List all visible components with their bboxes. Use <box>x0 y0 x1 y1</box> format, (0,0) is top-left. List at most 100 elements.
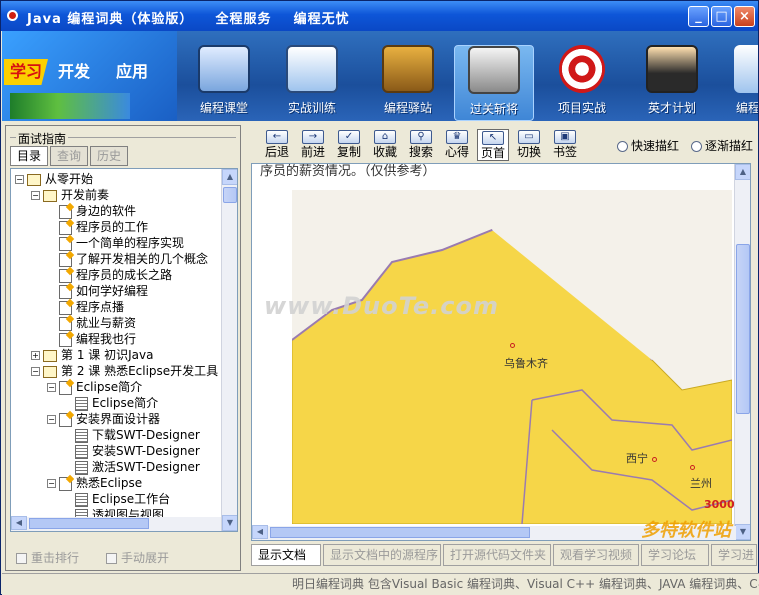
tree-node[interactable]: 就业与薪资 <box>47 315 136 331</box>
toolbar-button[interactable]: ▣ 书签 <box>549 129 581 161</box>
tree-node[interactable]: 了解开发相关的几个概念 <box>47 251 208 267</box>
maximize-button[interactable]: □ <box>711 6 732 27</box>
tree-node[interactable]: − 从零开始 <box>15 171 93 187</box>
tree-node[interactable]: 程序点播 <box>47 299 124 315</box>
toolbar-button[interactable]: ✓ 复制 <box>333 129 365 161</box>
note-icon <box>59 380 72 395</box>
tree-node[interactable]: Eclipse简介 <box>63 395 158 411</box>
collapse-icon[interactable]: − <box>31 367 40 376</box>
tab-application[interactable]: 应用 <box>106 59 158 85</box>
collapse-icon[interactable]: − <box>47 383 56 392</box>
contents-tree[interactable]: − 从零开始 − 开发前奏 身边的软件 程序员的工作 一个简单的程序实现 了解开发相关的几个概… <box>10 168 238 532</box>
banner-button-class[interactable]: 编程课堂 <box>184 45 264 121</box>
scroll-left-arrow-icon[interactable]: ◀ <box>11 516 27 530</box>
map-city: 兰州 <box>690 460 712 491</box>
tree-node[interactable]: 下载SWT-Designer <box>63 427 200 443</box>
banner-button-practice[interactable]: 实战训练 <box>272 45 352 121</box>
radio-gradual-trace[interactable]: 逐渐描红 <box>691 137 753 154</box>
document-tab[interactable]: 打开源代码文件夹 <box>443 544 551 566</box>
document-tab[interactable]: 学习进 <box>711 544 757 566</box>
collapse-icon[interactable]: − <box>15 175 24 184</box>
tree-hscrollbar[interactable]: ◀ <box>11 516 221 531</box>
tree-node-label: 了解开发相关的几个概念 <box>76 252 209 266</box>
banner-button-project[interactable]: 项目实战 <box>542 45 622 121</box>
tree-node[interactable]: 程序员的成长之路 <box>47 267 172 283</box>
tree-node[interactable]: − 第 2 课 熟悉Eclipse开发工具 <box>31 363 218 379</box>
hscrollbar-thumb[interactable] <box>270 527 530 538</box>
scrollbar-thumb[interactable] <box>736 244 750 414</box>
scroll-left-arrow-icon[interactable]: ◀ <box>252 525 268 539</box>
minimize-button[interactable]: _ <box>688 6 709 27</box>
title-bar: Java 编程词典（体验版） 全程服务 编程无忧 _ □ × <box>1 1 758 31</box>
document-scrollbar[interactable]: ▲ ▼ <box>734 164 750 540</box>
banner-button-challenge[interactable]: 过关斩将 <box>454 45 534 121</box>
tree-node[interactable]: − 开发前奏 <box>31 187 109 203</box>
option-expand-checkbox[interactable]: 手动展开 <box>106 549 169 566</box>
radio-icon <box>691 141 702 152</box>
toolbar-button[interactable]: ♛ 心得 <box>441 129 473 161</box>
tree-node[interactable]: 一个简单的程序实现 <box>47 235 184 251</box>
toolbar-button-label: 收藏 <box>372 145 397 159</box>
tree-node[interactable]: + 第 1 课 初识Java <box>31 347 153 363</box>
gears-icon <box>10 93 130 119</box>
tree-node[interactable]: 如何学好编程 <box>47 283 148 299</box>
banner-button-more[interactable]: 编程 <box>718 45 758 121</box>
toolbar-button-label: 复制 <box>336 145 361 159</box>
banner-button-talent[interactable]: 英才计划 <box>632 45 712 121</box>
scroll-down-arrow-icon[interactable]: ▼ <box>222 515 237 531</box>
document-view[interactable]: 序员的薪资情况。（仅供参考） 乌鲁木齐 西宁 兰州 3000 www.DuoTe… <box>251 163 751 541</box>
city-dot-icon <box>690 464 695 470</box>
tree-node[interactable]: 编程我也行 <box>47 331 136 347</box>
tree-scrollbar[interactable]: ▲ ▼ <box>221 169 237 531</box>
banner-button-station[interactable]: 编程驿站 <box>368 45 448 121</box>
toolbar-button-label: 后退 <box>264 145 289 159</box>
collapse-icon[interactable]: − <box>31 191 40 200</box>
tree-node[interactable]: 激活SWT-Designer <box>63 459 200 475</box>
crown-icon: ♛ <box>446 130 468 144</box>
collapse-icon[interactable]: − <box>47 479 56 488</box>
expand-icon[interactable]: + <box>31 351 40 360</box>
document-tab[interactable]: 显示文档 <box>251 544 321 566</box>
note-icon <box>59 220 72 235</box>
search-icon: ⚲ <box>410 130 432 144</box>
document-tab[interactable]: 学习论坛 <box>641 544 709 566</box>
scrollbar-thumb[interactable] <box>223 187 237 203</box>
tree-node[interactable]: − 安装界面设计器 <box>47 411 160 427</box>
city-dot-icon <box>510 342 515 348</box>
tab-develop[interactable]: 开发 <box>50 59 98 85</box>
tree-node[interactable]: − Eclipse简介 <box>47 379 142 395</box>
toolbar-button[interactable]: ← 后退 <box>261 129 293 161</box>
document-icon <box>75 460 88 475</box>
tab-search[interactable]: 查询 <box>50 146 88 166</box>
scroll-up-arrow-icon[interactable]: ▲ <box>222 169 237 185</box>
scroll-up-arrow-icon[interactable]: ▲ <box>735 164 750 180</box>
tree-node-label: Eclipse简介 <box>92 396 159 410</box>
radio-fast-trace[interactable]: 快速描红 <box>617 137 679 154</box>
document-tab[interactable]: 观看学习视频 <box>553 544 639 566</box>
salary-map: 乌鲁木齐 西宁 兰州 3000 <box>291 190 735 525</box>
toolbar-button[interactable]: ▭ 切换 <box>513 129 545 161</box>
tree-node-label: 就业与薪资 <box>76 316 137 330</box>
option-rank-checkbox[interactable]: 重击排行 <box>16 549 79 566</box>
city-label: 兰州 <box>690 477 712 490</box>
toolbar-button[interactable]: → 前进 <box>297 129 329 161</box>
tree-node[interactable]: 程序员的工作 <box>47 219 148 235</box>
close-button[interactable]: × <box>734 6 755 27</box>
toolbar-button[interactable]: ↖ 页首 <box>477 129 509 161</box>
tab-history[interactable]: 历史 <box>90 146 128 166</box>
toolbar-button[interactable]: ⌂ 收藏 <box>369 129 401 161</box>
folder-icon <box>43 365 57 378</box>
tree-node[interactable]: 身边的软件 <box>47 203 136 219</box>
status-bar: 明日编程词典 包含Visual Basic 编程词典、Visual C++ 编程… <box>2 573 759 595</box>
tab-contents[interactable]: 目录 <box>10 146 48 166</box>
toolbar-button[interactable]: ⚲ 搜索 <box>405 129 437 161</box>
hscrollbar-thumb[interactable] <box>29 518 149 529</box>
tree-node[interactable]: Eclipse工作台 <box>63 491 170 507</box>
scroll-down-arrow-icon[interactable]: ▼ <box>735 524 750 540</box>
tree-node[interactable]: − 熟悉Eclipse <box>47 475 142 491</box>
city-dot-icon <box>652 456 657 462</box>
tab-study[interactable]: 学习 <box>4 59 48 85</box>
tree-node[interactable]: 安装SWT-Designer <box>63 443 200 459</box>
collapse-icon[interactable]: − <box>47 415 56 424</box>
document-tab[interactable]: 显示文档中的源程序 <box>323 544 441 566</box>
